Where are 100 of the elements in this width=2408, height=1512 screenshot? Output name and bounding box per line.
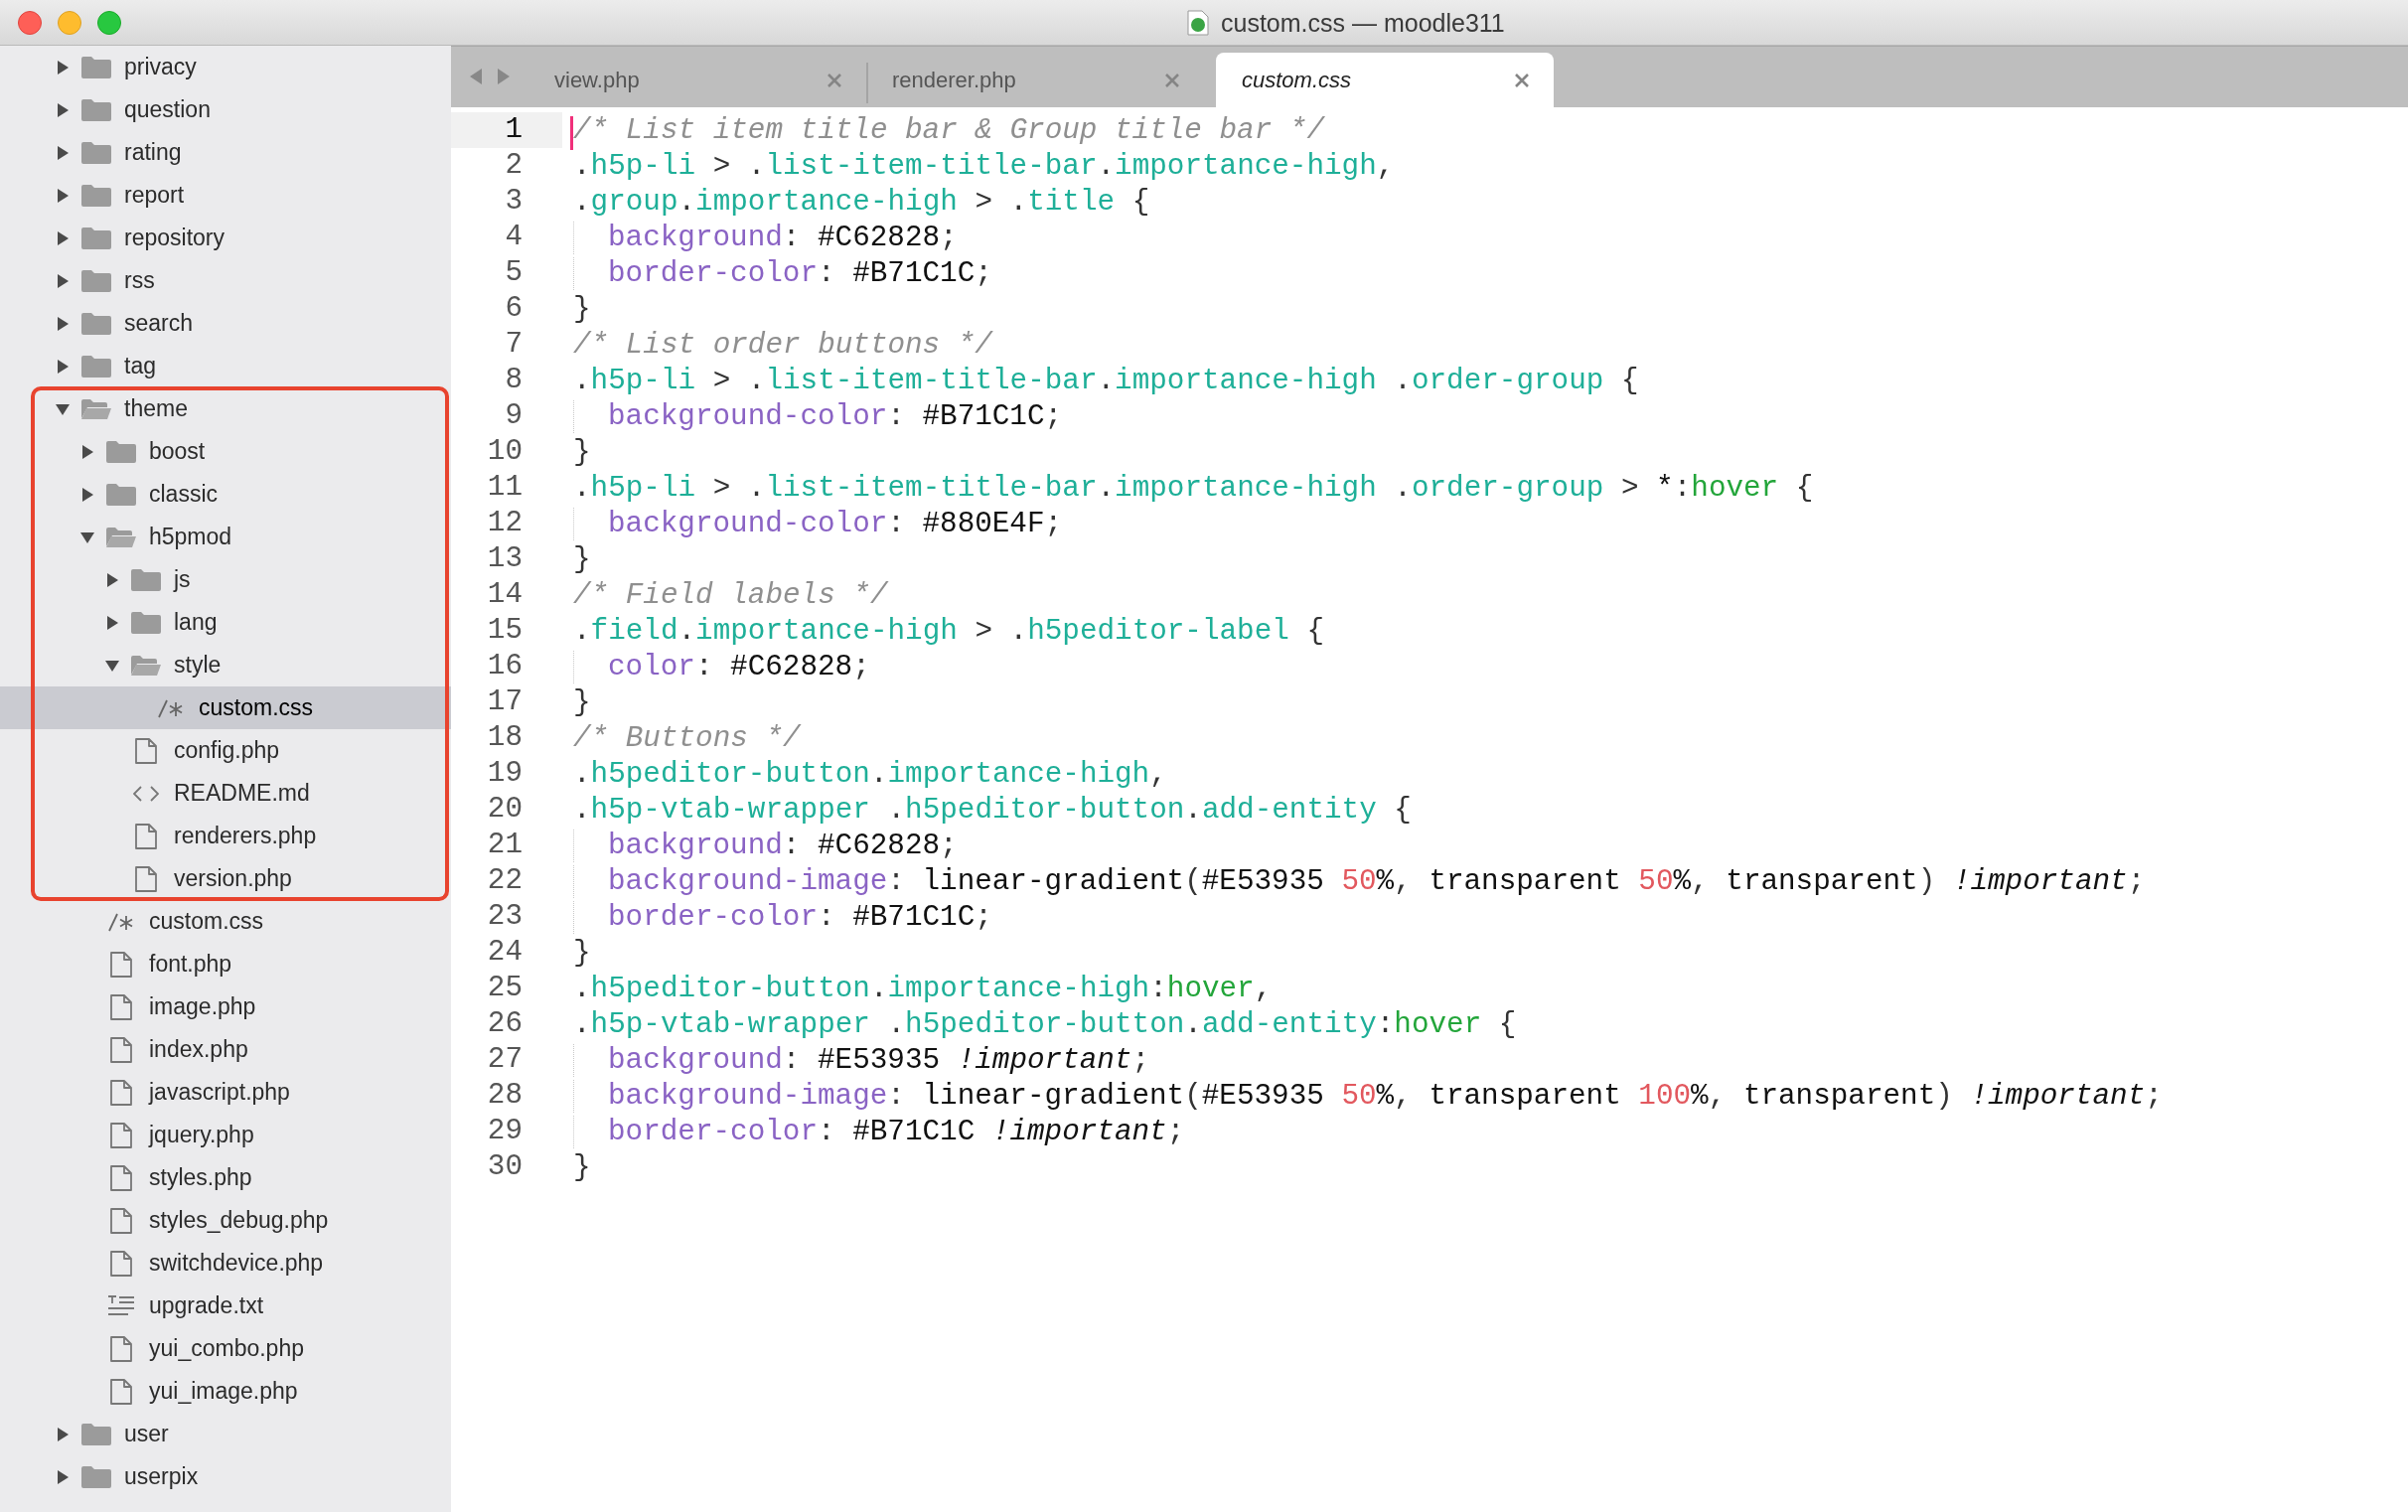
disclosure-triangle-icon[interactable]: [56, 402, 70, 416]
disclosure-triangle-icon[interactable]: [56, 317, 70, 331]
close-button[interactable]: [18, 10, 42, 35]
line-number: 11: [486, 470, 524, 506]
sidebar-item[interactable]: classic: [0, 473, 451, 516]
sidebar-item[interactable]: custom.css: [0, 900, 451, 943]
disclosure-triangle-icon[interactable]: [80, 530, 94, 544]
disclosure-triangle-icon[interactable]: [56, 103, 70, 117]
sidebar-item[interactable]: h5pmod: [0, 516, 451, 558]
code-line: border-color: #B71C1C !important;: [570, 1115, 1185, 1148]
code-line: .h5p-li > .list-item-title-bar.importance-high,: [572, 149, 1395, 183]
disclosure-triangle-icon[interactable]: [105, 573, 119, 587]
line-number: 1: [451, 112, 562, 148]
editor-tab[interactable]: renderer.php: [866, 53, 1204, 107]
document-icon: [109, 1123, 133, 1148]
document-icon: [109, 1251, 133, 1277]
sidebar-item[interactable]: search: [0, 302, 451, 345]
line-number: 28: [486, 1078, 524, 1114]
disclosure-triangle-icon[interactable]: [80, 488, 94, 502]
sidebar-item[interactable]: js: [0, 558, 451, 601]
sidebar-item[interactable]: upgrade.txt: [0, 1285, 451, 1327]
sidebar-item[interactable]: theme: [0, 387, 451, 430]
folder-icon: [80, 1423, 112, 1446]
disclosure-triangle-icon[interactable]: [56, 360, 70, 374]
code-line: .h5p-li > .list-item-title-bar.importance-high .order-group {: [572, 364, 1639, 397]
folder-icon: [130, 611, 162, 635]
sidebar-item[interactable]: repository: [0, 217, 451, 259]
sidebar-item[interactable]: lang: [0, 601, 451, 644]
sidebar-item[interactable]: version.php: [0, 857, 451, 900]
sidebar-item[interactable]: user: [0, 1413, 451, 1455]
sidebar-item[interactable]: report: [0, 174, 451, 217]
line-number: 29: [486, 1114, 524, 1149]
folder-icon: [80, 98, 112, 122]
code-icon: [133, 785, 159, 803]
line-number: 23: [486, 899, 524, 935]
sidebar-item[interactable]: userpix: [0, 1455, 451, 1498]
sidebar-item[interactable]: rating: [0, 131, 451, 174]
folder-icon: [80, 269, 112, 293]
line-number: 10: [486, 434, 524, 470]
code-line: background: #C62828;: [570, 829, 958, 862]
folder-icon: [80, 312, 112, 336]
editor-tab[interactable]: view.php: [528, 53, 866, 107]
sidebar-item[interactable]: styles_debug.php: [0, 1199, 451, 1242]
line-number: 21: [486, 828, 524, 863]
code-line: /* Field labels */: [572, 578, 888, 612]
document-icon: [109, 1165, 133, 1191]
line-number: 6: [504, 291, 524, 327]
code-line: .field.importance-high > .h5peditor-label {: [572, 614, 1325, 648]
sidebar-item[interactable]: index.php: [0, 1028, 451, 1071]
sidebar-item[interactable]: tag: [0, 345, 451, 387]
line-number: 13: [486, 541, 524, 577]
document-icon: [134, 866, 158, 892]
disclosure-triangle-icon[interactable]: [56, 231, 70, 245]
sidebar-item[interactable]: styles.php: [0, 1156, 451, 1199]
document-icon: [109, 952, 133, 978]
window-title: custom.css — moodle311: [1221, 8, 1505, 38]
sidebar-item[interactable]: font.php: [0, 943, 451, 985]
sidebar-item[interactable]: boost: [0, 430, 451, 473]
code-line: .h5p-vtab-wrapper .h5peditor-button.add-entity {: [572, 793, 1412, 827]
sidebar-item[interactable]: custom.css: [0, 686, 451, 729]
folder-icon: [105, 483, 137, 507]
sidebar-item[interactable]: rss: [0, 259, 451, 302]
line-number: 16: [486, 649, 524, 684]
document-icon: [109, 1336, 133, 1362]
code-line: background: #E53935 !important;: [570, 1043, 1150, 1077]
sidebar-item[interactable]: yui_image.php: [0, 1370, 451, 1413]
disclosure-triangle-icon[interactable]: [56, 61, 70, 75]
sidebar-item[interactable]: javascript.php: [0, 1071, 451, 1114]
sidebar-item[interactable]: yui_combo.php: [0, 1327, 451, 1370]
text-cursor: [570, 115, 573, 150]
disclosure-triangle-icon[interactable]: [56, 189, 70, 203]
disclosure-triangle-icon[interactable]: [105, 659, 119, 673]
document-icon: [134, 738, 158, 764]
comment-icon: [107, 911, 135, 933]
sidebar-item[interactable]: jquery.php: [0, 1114, 451, 1156]
code-line: background-image: linear-gradient(#E53935 50%, transparent 50%, transparent) !important;: [570, 864, 2146, 898]
line-number: 7: [504, 327, 524, 363]
line-number: 20: [486, 792, 524, 828]
disclosure-triangle-icon[interactable]: [105, 616, 119, 630]
editor-tab[interactable]: custom.css: [1216, 53, 1554, 107]
code-line: background-color: #B71C1C;: [570, 399, 1063, 433]
disclosure-triangle-icon[interactable]: [56, 1470, 70, 1484]
sidebar-item[interactable]: question: [0, 88, 451, 131]
line-number: 26: [486, 1006, 524, 1042]
line-number: 4: [504, 220, 524, 255]
close-icon[interactable]: [1514, 72, 1530, 88]
code-line: /* Buttons */: [572, 721, 801, 755]
sidebar-item[interactable]: switchdevice.php: [0, 1242, 451, 1285]
line-number: 3: [504, 184, 524, 220]
comment-icon: [157, 697, 185, 719]
document-icon: [109, 1080, 133, 1106]
folder-icon: [130, 568, 162, 592]
disclosure-triangle-icon[interactable]: [56, 1428, 70, 1441]
folder-icon: [80, 1465, 112, 1489]
disclosure-triangle-icon[interactable]: [56, 146, 70, 160]
code-line: }: [572, 542, 591, 576]
sidebar-item[interactable]: privacy: [0, 46, 451, 88]
sidebar-item[interactable]: image.php: [0, 985, 451, 1028]
disclosure-triangle-icon[interactable]: [80, 445, 94, 459]
disclosure-triangle-icon[interactable]: [56, 274, 70, 288]
